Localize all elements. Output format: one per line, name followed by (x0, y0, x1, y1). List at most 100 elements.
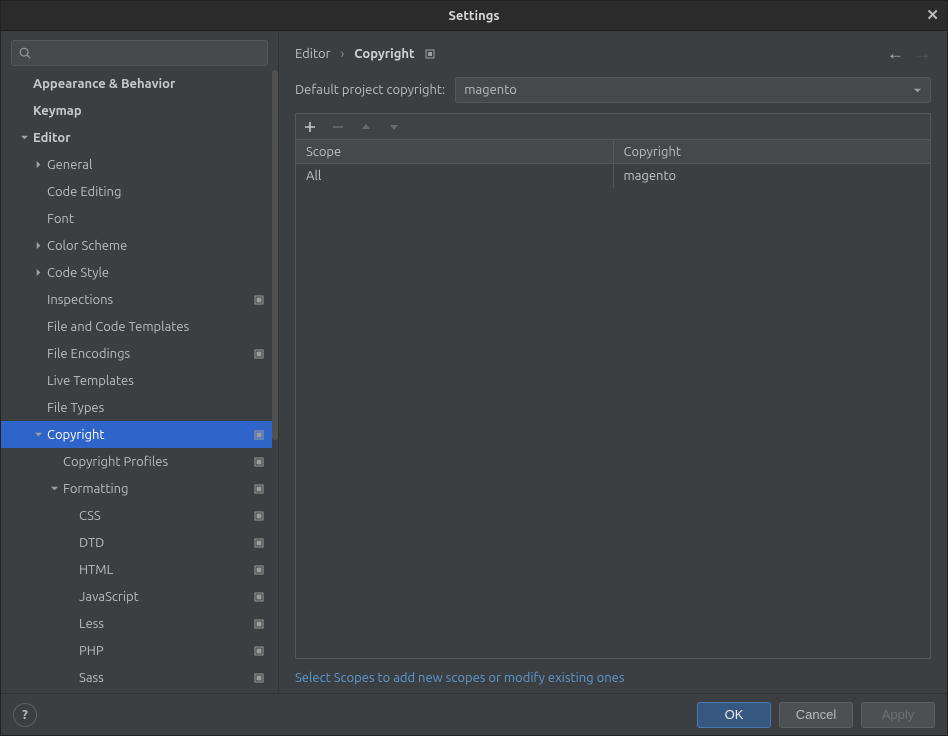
th-scope[interactable]: Scope (296, 140, 614, 163)
close-icon[interactable]: ✕ (926, 7, 939, 22)
search-input[interactable] (11, 40, 268, 66)
sidebar-item-label: Color Scheme (47, 239, 127, 253)
breadcrumb-b: Copyright (354, 47, 414, 61)
arrow-placeholder (17, 104, 31, 118)
project-icon (254, 511, 264, 521)
arrow-placeholder (31, 374, 45, 388)
sidebar-item-inspections[interactable]: Inspections (1, 286, 272, 313)
project-icon (425, 49, 435, 59)
arrow-placeholder (63, 617, 77, 631)
chevron-down-icon[interactable] (17, 131, 31, 145)
sidebar-item-label: HTML (79, 563, 113, 577)
chevron-right-icon[interactable] (31, 239, 45, 253)
sidebar-item-label: File Types (47, 401, 104, 415)
sidebar-item-php[interactable]: PHP (1, 637, 272, 664)
scopes-link-row: Select Scopes to add new scopes or modif… (279, 659, 947, 693)
chevron-down-icon (913, 86, 922, 95)
search-icon (18, 46, 32, 60)
scrollbar[interactable] (272, 70, 278, 440)
arrow-placeholder (31, 293, 45, 307)
sidebar-item-font[interactable]: Font (1, 205, 272, 232)
sidebar-item-sass[interactable]: Sass (1, 664, 272, 691)
arrow-placeholder (63, 509, 77, 523)
sidebar-item-label: JavaScript (79, 590, 139, 604)
sidebar-item-editor[interactable]: Editor (1, 124, 272, 151)
arrow-placeholder (31, 212, 45, 226)
arrow-placeholder (63, 644, 77, 658)
cell-copyright: magento (614, 164, 931, 188)
project-icon (254, 619, 264, 629)
up-icon (358, 119, 374, 135)
sidebar-item-label: Inspections (47, 293, 113, 307)
arrow-placeholder (31, 320, 45, 334)
chevron-down-icon[interactable] (47, 482, 61, 496)
sidebar-item-label: General (47, 158, 92, 172)
sidebar-item-html[interactable]: HTML (1, 556, 272, 583)
sidebar-item-label: Copyright (47, 428, 105, 442)
chevron-right-icon[interactable] (31, 158, 45, 172)
select-scopes-link[interactable]: Select Scopes to add new scopes or modif… (295, 671, 624, 685)
arrow-placeholder (31, 185, 45, 199)
sidebar-item-label: File and Code Templates (47, 320, 189, 334)
sidebar-item-color-scheme[interactable]: Color Scheme (1, 232, 272, 259)
sidebar-item-copyright-profiles[interactable]: Copyright Profiles (1, 448, 272, 475)
sidebar: Appearance & Behavior Keymap Editor General… (1, 31, 279, 693)
arrow-placeholder (63, 563, 77, 577)
sidebar-item-file-code-templates[interactable]: File and Code Templates (1, 313, 272, 340)
chevron-down-icon[interactable] (31, 428, 45, 442)
sidebar-item-less[interactable]: Less (1, 610, 272, 637)
arrow-placeholder (17, 77, 31, 91)
project-icon (254, 484, 264, 494)
sidebar-item-label: PHP (79, 644, 104, 658)
project-icon (254, 430, 264, 440)
sidebar-item-code-editing[interactable]: Code Editing (1, 178, 272, 205)
sidebar-item-code-style[interactable]: Code Style (1, 259, 272, 286)
project-icon (254, 457, 264, 467)
scopes-table: Scope Copyright Allmagento (295, 113, 931, 659)
sidebar-item-appearance[interactable]: Appearance & Behavior (1, 70, 272, 97)
ok-button[interactable]: OK (697, 702, 771, 728)
chevron-right-icon[interactable] (31, 266, 45, 280)
project-icon (254, 295, 264, 305)
sidebar-item-javascript[interactable]: JavaScript (1, 583, 272, 610)
content-pane: Editor › Copyright ← → Default project c… (279, 31, 947, 693)
sidebar-item-live-templates[interactable]: Live Templates (1, 367, 272, 394)
arrow-placeholder (31, 401, 45, 415)
back-icon[interactable]: ← (887, 44, 904, 64)
arrow-placeholder (47, 455, 61, 469)
table-head: Scope Copyright (296, 140, 930, 164)
sidebar-item-formatting[interactable]: Formatting (1, 475, 272, 502)
th-copyright[interactable]: Copyright (614, 140, 931, 163)
forward-icon: → (914, 44, 931, 64)
apply-button[interactable]: Apply (861, 702, 935, 728)
sidebar-item-general[interactable]: General (1, 151, 272, 178)
window-title: Settings (448, 9, 499, 23)
arrow-placeholder (31, 347, 45, 361)
add-icon[interactable] (302, 119, 318, 135)
sidebar-item-label: Less (79, 617, 104, 631)
sidebar-item-file-types[interactable]: File Types (1, 394, 272, 421)
default-copyright-label: Default project copyright: (295, 83, 445, 97)
sidebar-item-label: Font (47, 212, 74, 226)
sidebar-item-label: CSS (79, 509, 101, 523)
select-value: magento (464, 83, 517, 97)
project-icon (254, 349, 264, 359)
sidebar-item-label: Editor (33, 131, 71, 145)
help-button[interactable]: ? (13, 703, 37, 727)
sidebar-item-keymap[interactable]: Keymap (1, 97, 272, 124)
sidebar-item-dtd[interactable]: DTD (1, 529, 272, 556)
table-row[interactable]: Allmagento (296, 164, 930, 188)
cancel-button[interactable]: Cancel (779, 702, 853, 728)
cell-scope: All (296, 164, 614, 188)
sidebar-item-css[interactable]: CSS (1, 502, 272, 529)
down-icon (386, 119, 402, 135)
sidebar-item-label: File Encodings (47, 347, 130, 361)
sidebar-item-label: Appearance & Behavior (33, 77, 175, 91)
sidebar-item-label: Code Editing (47, 185, 121, 199)
default-copyright-select[interactable]: magento (455, 77, 931, 103)
breadcrumb-a[interactable]: Editor (295, 47, 331, 61)
sidebar-item-file-encodings[interactable]: File Encodings (1, 340, 272, 367)
sidebar-item-copyright[interactable]: Copyright (1, 421, 272, 448)
arrow-placeholder (63, 590, 77, 604)
breadcrumb: Editor › Copyright ← → (279, 31, 947, 77)
